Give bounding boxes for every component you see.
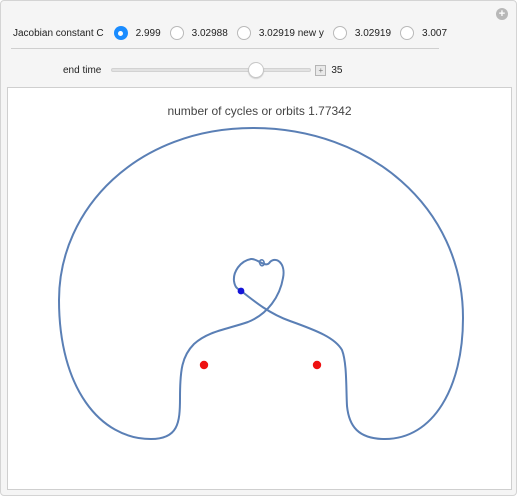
option-3-02919[interactable]: 3.02919 bbox=[332, 26, 391, 40]
radio-button[interactable] bbox=[236, 26, 251, 40]
moving-body bbox=[237, 287, 245, 295]
radio-button[interactable] bbox=[332, 26, 347, 40]
plot-title: number of cycles or orbits 1.77342 bbox=[167, 104, 352, 118]
jacobian-constant-control: Jacobian constant C 2.999 3.02988 3.0291… bbox=[13, 23, 456, 43]
orbit-plot: number of cycles or orbits 1.77342 bbox=[7, 87, 512, 490]
primary-body-right bbox=[312, 360, 322, 370]
primary-body-left bbox=[199, 360, 209, 370]
end-time-value: 35 bbox=[331, 64, 343, 76]
jacobian-constant-label: Jacobian constant C bbox=[13, 27, 104, 39]
manipulate-panel: + Jacobian constant C 2.999 3.02988 3.02… bbox=[0, 0, 517, 496]
slider-track[interactable] bbox=[111, 68, 312, 72]
option-label[interactable]: 3.007 bbox=[422, 28, 447, 39]
orbit-trajectory bbox=[58, 127, 464, 440]
option-3-02988[interactable]: 3.02988 bbox=[169, 26, 228, 40]
radio-button[interactable] bbox=[169, 26, 184, 40]
end-time-control: end time + 35 bbox=[63, 62, 342, 78]
option-2-999[interactable]: 2.999 bbox=[113, 26, 161, 40]
end-time-slider[interactable] bbox=[111, 62, 312, 78]
option-label[interactable]: 3.02919 bbox=[355, 28, 391, 39]
radio-button[interactable] bbox=[113, 26, 128, 40]
option-3-007[interactable]: 3.007 bbox=[400, 26, 447, 40]
option-label[interactable]: 3.02988 bbox=[192, 28, 228, 39]
option-3-02919-new-y[interactable]: 3.02919 new y bbox=[236, 26, 324, 40]
plus-icon[interactable]: + bbox=[496, 8, 508, 20]
orbit-canvas bbox=[58, 127, 464, 440]
expand-plus-icon[interactable]: + bbox=[315, 64, 327, 76]
radio-button[interactable] bbox=[400, 26, 415, 40]
end-time-label: end time bbox=[63, 64, 102, 76]
slider-thumb[interactable] bbox=[247, 62, 264, 78]
option-label[interactable]: 3.02919 new y bbox=[259, 28, 324, 39]
divider bbox=[11, 48, 439, 49]
option-label[interactable]: 2.999 bbox=[136, 28, 161, 39]
